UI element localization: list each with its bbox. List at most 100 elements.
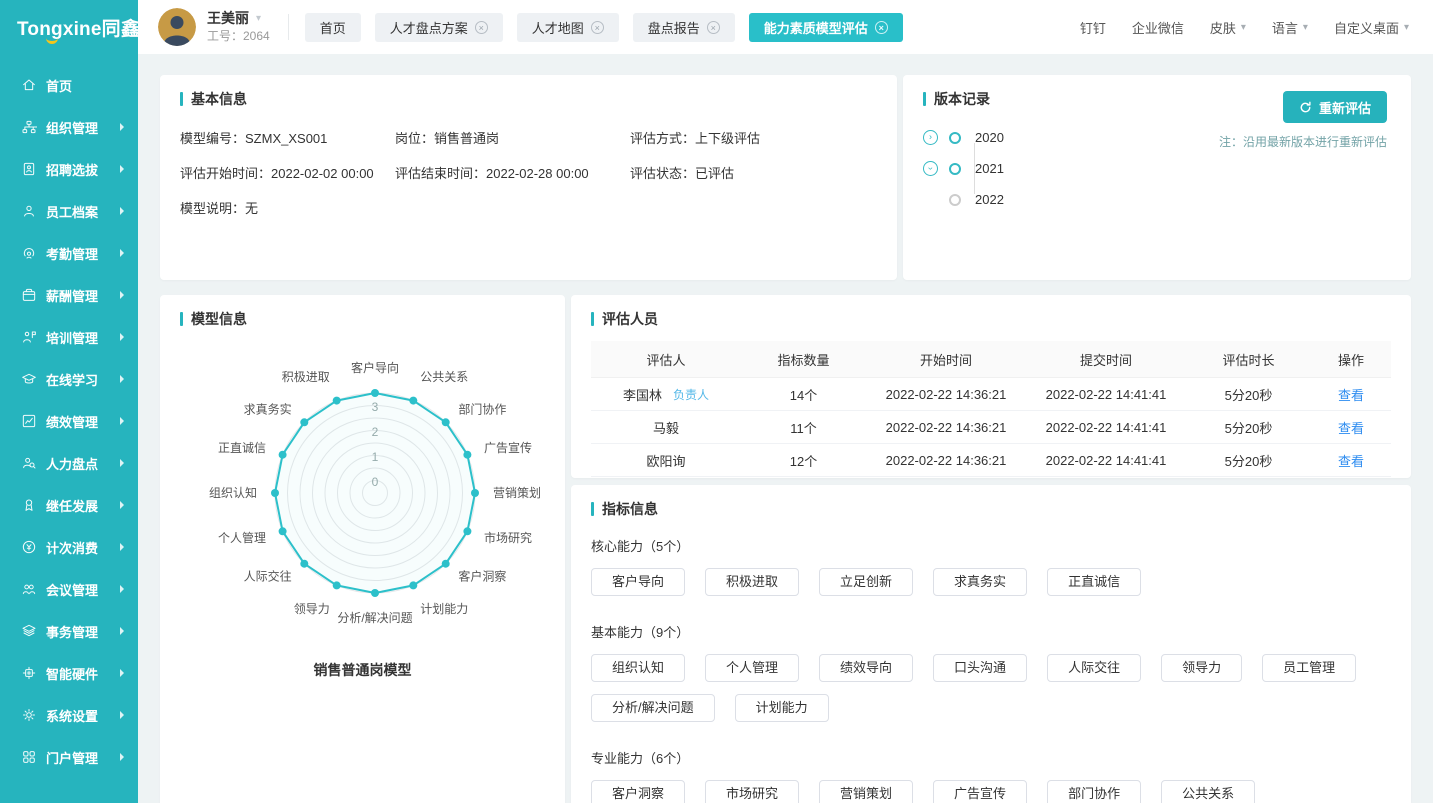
- top-link-dingtalk[interactable]: 钉钉: [1080, 18, 1106, 37]
- indicator-tag[interactable]: 分析/解决问题: [591, 694, 715, 722]
- tab-review-report[interactable]: 盘点报告×: [633, 13, 735, 42]
- close-icon[interactable]: ×: [475, 21, 488, 34]
- version-item-2021: › 2021: [923, 153, 1391, 184]
- sidebar-item-org[interactable]: 组织管理: [0, 106, 138, 148]
- sidebar-item-recruit[interactable]: 招聘选拔: [0, 148, 138, 190]
- sidebar-item-performance[interactable]: 绩效管理: [0, 400, 138, 442]
- section-title: 评估人员: [591, 309, 1391, 329]
- top-link-language[interactable]: 语言▾: [1272, 18, 1308, 37]
- indicator-tag[interactable]: 营销策划: [819, 780, 913, 803]
- indicator-tag[interactable]: 部门协作: [1047, 780, 1141, 803]
- section-title: 模型信息: [180, 309, 545, 329]
- reevaluate-button[interactable]: 重新评估: [1283, 91, 1387, 123]
- version-timeline: › 2020 › 2021 2022: [923, 122, 1391, 215]
- indicator-tag[interactable]: 领导力: [1161, 654, 1242, 682]
- sidebar-item-affairs[interactable]: 事务管理: [0, 610, 138, 652]
- basic-info-fields: 模型编号：SZMX_XS001岗位：销售普通岗评估方式：上下级评估评估开始时间：…: [180, 128, 877, 217]
- indicator-tag[interactable]: 计划能力: [735, 694, 829, 722]
- expand-right-icon[interactable]: ›: [923, 130, 938, 145]
- consumption-icon: [21, 539, 37, 555]
- avatar[interactable]: [158, 8, 196, 46]
- view-link[interactable]: 查看: [1338, 388, 1364, 403]
- svg-text:正直诚信: 正直诚信: [218, 441, 266, 455]
- indicator-tag[interactable]: 员工管理: [1262, 654, 1356, 682]
- expand-down-icon[interactable]: ›: [923, 161, 938, 176]
- indicator-tag[interactable]: 客户洞察: [591, 780, 685, 803]
- chevron-right-icon: [120, 333, 124, 341]
- indicator-tag[interactable]: 正直诚信: [1047, 568, 1141, 596]
- version-year[interactable]: 2020: [975, 130, 1004, 145]
- info-field: 评估结束时间：2022-02-28 00:00: [395, 163, 630, 182]
- top-link-skin[interactable]: 皮肤▾: [1210, 18, 1246, 37]
- chevron-right-icon: [120, 459, 124, 467]
- indicator-tag[interactable]: 人际交往: [1047, 654, 1141, 682]
- sidebar-item-salary[interactable]: 薪酬管理: [0, 274, 138, 316]
- sidebar-item-label: 继任发展: [46, 496, 120, 515]
- brand-logo[interactable]: Tongxine同鑫: [0, 0, 138, 54]
- action-cell: 查看: [1311, 411, 1391, 444]
- radar-caption: 销售普通岗模型: [180, 660, 545, 680]
- sidebar-item-consumption[interactable]: 计次消费: [0, 526, 138, 568]
- user-menu[interactable]: 王美丽 ▾: [207, 11, 270, 26]
- chevron-right-icon: [120, 291, 124, 299]
- sidebar-item-hr-review[interactable]: 人力盘点: [0, 442, 138, 484]
- reevaluate-label: 重新评估: [1319, 98, 1371, 117]
- field-value: 上下级评估: [695, 131, 760, 146]
- top-link-label: 钉钉: [1080, 18, 1106, 37]
- indicator-tag[interactable]: 立足创新: [819, 568, 913, 596]
- indicator-tag[interactable]: 求真务实: [933, 568, 1027, 596]
- indicator-tag[interactable]: 组织认知: [591, 654, 685, 682]
- view-link[interactable]: 查看: [1338, 421, 1364, 436]
- indicator-tag[interactable]: 绩效导向: [819, 654, 913, 682]
- start-time-cell: 2022-02-22 14:36:21: [866, 411, 1026, 444]
- indicator-tag[interactable]: 公共关系: [1161, 780, 1255, 803]
- succession-icon: [21, 497, 37, 513]
- tab-competency-model-eval[interactable]: 能力素质模型评估×: [749, 13, 903, 42]
- version-year[interactable]: 2022: [975, 192, 1004, 207]
- owner-tag-link[interactable]: 负责人: [673, 386, 709, 403]
- topbar: 王美丽 ▾ 工号：2064 首页人才盘点方案×人才地图×盘点报告×能力素质模型评…: [138, 0, 1433, 54]
- info-field: 模型说明：无: [180, 198, 395, 217]
- tab-talent-review-plan[interactable]: 人才盘点方案 ×: [375, 13, 503, 42]
- sidebar-item-portal[interactable]: 门户管理: [0, 736, 138, 778]
- tab-talent-map[interactable]: 人才地图 ×: [517, 13, 619, 42]
- version-year[interactable]: 2021: [975, 161, 1004, 176]
- sidebar-item-online-learning[interactable]: 在线学习: [0, 358, 138, 400]
- sidebar-item-attendance[interactable]: 考勤管理: [0, 232, 138, 274]
- close-icon[interactable]: ×: [707, 21, 720, 34]
- view-link[interactable]: 查看: [1338, 454, 1364, 469]
- indicator-tag[interactable]: 客户导向: [591, 568, 685, 596]
- performance-icon: [21, 413, 37, 429]
- close-icon[interactable]: ×: [591, 21, 604, 34]
- timeline-node: [949, 132, 961, 144]
- tab-label: 人才地图: [532, 18, 584, 37]
- indicator-tag[interactable]: 积极进取: [705, 568, 799, 596]
- employee-number: 工号：2064: [207, 30, 270, 43]
- svg-text:求真务实: 求真务实: [244, 402, 292, 417]
- sidebar-item-training[interactable]: 培训管理: [0, 316, 138, 358]
- sidebar-item-succession[interactable]: 继任发展: [0, 484, 138, 526]
- svg-text:领导力: 领导力: [294, 602, 330, 616]
- sidebar-item-meeting[interactable]: 会议管理: [0, 568, 138, 610]
- top-link-wecom[interactable]: 企业微信: [1132, 18, 1184, 37]
- indicator-groups: 核心能力（5个）客户导向积极进取立足创新求真务实正直诚信基本能力（9个）组织认知…: [591, 536, 1391, 803]
- sidebar-item-home[interactable]: 首页: [0, 64, 138, 106]
- indicator-tag[interactable]: 市场研究: [705, 780, 799, 803]
- top-link-custom-desktop[interactable]: 自定义桌面▾: [1334, 18, 1409, 37]
- svg-text:积极进取: 积极进取: [282, 370, 330, 384]
- tab-home[interactable]: 首页: [305, 13, 361, 42]
- indicator-tag[interactable]: 口头沟通: [933, 654, 1027, 682]
- sidebar-item-employee-file[interactable]: 员工档案: [0, 190, 138, 232]
- indicator-tag[interactable]: 广告宣传: [933, 780, 1027, 803]
- sidebar-item-label: 门户管理: [46, 748, 120, 767]
- sidebar-item-settings[interactable]: 系统设置: [0, 694, 138, 736]
- sidebar-item-hardware[interactable]: 智能硬件: [0, 652, 138, 694]
- close-icon[interactable]: ×: [875, 21, 888, 34]
- chevron-down-icon: ▾: [256, 13, 261, 24]
- hardware-icon: [21, 665, 37, 681]
- chevron-right-icon: [120, 669, 124, 677]
- indicator-tag[interactable]: 个人管理: [705, 654, 799, 682]
- basic-info-title: 基本信息: [191, 89, 247, 109]
- tab-label: 人才盘点方案: [390, 18, 468, 37]
- field-value: 已评估: [695, 166, 734, 181]
